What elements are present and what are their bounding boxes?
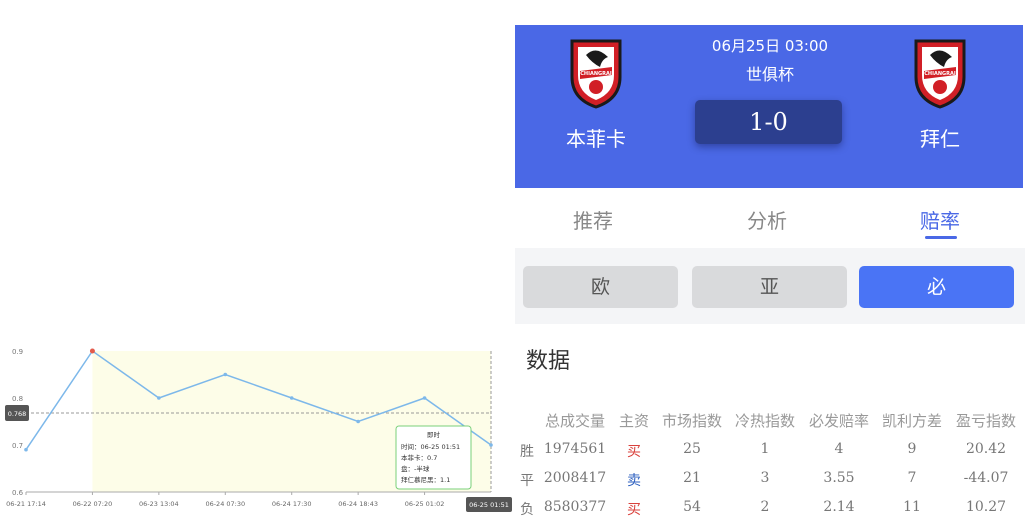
chart-tooltip-line: 本菲卡：0.7 (401, 453, 437, 462)
col-header: 盈亏指数 (955, 412, 1016, 430)
volume-cell: 8580377 (543, 499, 607, 515)
match-league: 世俱杯 (745, 65, 794, 84)
home-team-logo-icon: CHIANGRAI (570, 39, 622, 109)
odds-cell: 4 (834, 441, 844, 457)
svg-text:CHIANGRAI: CHIANGRAI (580, 71, 612, 77)
chart-tooltip-line: 盘：-半球 (401, 464, 430, 473)
x-tick-label: 06-24 07:30 (205, 500, 245, 508)
heat-cell: 3 (760, 470, 770, 486)
tab-odds[interactable]: 赔率 (920, 205, 960, 234)
col-header: 凯利方差 (881, 412, 942, 430)
fund-cell: 卖 (627, 473, 641, 489)
y-tick-label: 0.9 (12, 348, 23, 356)
main-tabs: 推荐 分析 赔率 (515, 188, 1023, 248)
market-cell: 54 (683, 499, 701, 515)
volume-cell: 2008417 (543, 470, 607, 486)
data-point (24, 447, 28, 452)
volume-cell: 1974561 (543, 441, 607, 457)
pl-cell: -44.07 (963, 470, 1009, 486)
table-row: 平 2008417 卖 21 3 3.55 7 -44.07 (515, 470, 1025, 498)
match-meta: 06月25日 03:00 世俱杯 (680, 35, 860, 85)
data-point (422, 396, 427, 400)
kelly-cell: 7 (907, 470, 917, 486)
chart-tooltip-line: 时间：06-25 01:51 (401, 442, 460, 451)
data-point (356, 419, 360, 424)
crosshair-y-label: 0.768 (8, 410, 27, 418)
chart-tooltip-line: 拜仁慕尼黑：1.1 (401, 475, 450, 484)
tab-recommend[interactable]: 推荐 (573, 205, 613, 234)
match-score: 1-0 (695, 100, 842, 144)
table-header-row: 总成交量 主资 市场指数 冷热指数 必发赔率 凯利方差 盈亏指数 (515, 410, 1025, 438)
col-header: 主资 (618, 412, 649, 430)
chart-tooltip-title: 即时 (427, 430, 441, 439)
x-tick-label: 06-22 07:20 (73, 500, 113, 508)
col-header: 市场指数 (661, 412, 722, 430)
odds-line-chart: 0.9 0.8 0.7 0.6 06-21 17:14 06-22 07:20 06-23 … (5, 348, 512, 512)
x-tick-label: 06-21 17:14 (6, 500, 46, 508)
col-header: 冷热指数 (734, 412, 795, 430)
data-point (223, 372, 228, 377)
subtab-betfair[interactable]: 必 (859, 266, 1014, 308)
active-tab-underline (925, 236, 957, 239)
fund-cell: 买 (627, 444, 641, 460)
row-label: 负 (520, 502, 534, 518)
x-tick-label: 06-24 17:30 (272, 500, 312, 508)
x-tick-label: 06-24 18:43 (338, 500, 378, 508)
data-point (157, 396, 161, 400)
col-header: 总成交量 (544, 412, 605, 430)
pl-cell: 20.42 (965, 441, 1007, 457)
market-cell: 21 (683, 470, 701, 486)
odds-cell: 2.14 (823, 499, 855, 515)
home-team-name: 本菲卡 (566, 127, 626, 151)
kelly-cell: 9 (907, 441, 917, 457)
match-header: CHIANGRAI 本菲卡 06月25日 03:00 世俱杯 1-0 CHIAN… (515, 25, 1023, 188)
row-label: 胜 (520, 444, 534, 460)
row-label: 平 (520, 473, 534, 489)
odds-type-tabs: 欧 亚 必 (515, 248, 1025, 324)
x-tick-label: 06-25 01:02 (405, 500, 445, 508)
match-time: 06月25日 03:00 (711, 37, 829, 55)
y-tick-label: 0.8 (12, 395, 23, 403)
x-tick-label: 06-23 13:04 (139, 500, 179, 508)
fund-cell: 买 (627, 502, 641, 518)
subtab-european[interactable]: 欧 (523, 266, 678, 308)
table-row: 胜 1974561 买 25 1 4 9 20.42 (515, 441, 1025, 469)
away-team-logo-icon: CHIANGRAI (914, 39, 966, 109)
subtab-asian[interactable]: 亚 (692, 266, 847, 308)
heat-cell: 1 (760, 441, 770, 457)
table-row: 负 8580377 买 54 2 2.14 11 10.27 (515, 499, 1025, 527)
data-point (489, 443, 493, 447)
crosshair-x-label: 06-25 01:51 (469, 501, 509, 509)
heat-cell: 2 (760, 499, 770, 515)
pl-cell: 10.27 (965, 499, 1007, 515)
market-cell: 25 (683, 441, 701, 457)
y-tick-label: 0.7 (12, 442, 23, 450)
svg-text:CHIANGRAI: CHIANGRAI (924, 71, 956, 77)
data-point (289, 396, 294, 400)
col-header: 必发赔率 (808, 412, 869, 430)
tab-analysis[interactable]: 分析 (747, 205, 787, 234)
home-team[interactable]: CHIANGRAI 本菲卡 (536, 37, 656, 152)
match-odds-panel: CHIANGRAI 本菲卡 06月25日 03:00 世俱杯 1-0 CHIAN… (515, 25, 1025, 530)
away-team-name: 拜仁 (920, 127, 960, 151)
away-team[interactable]: CHIANGRAI 拜仁 (880, 37, 1000, 152)
odds-cell: 3.55 (823, 470, 855, 486)
data-point (89, 348, 95, 354)
y-tick-label: 0.6 (12, 489, 24, 497)
section-title: 数据 (526, 349, 571, 374)
kelly-cell: 11 (903, 499, 921, 515)
